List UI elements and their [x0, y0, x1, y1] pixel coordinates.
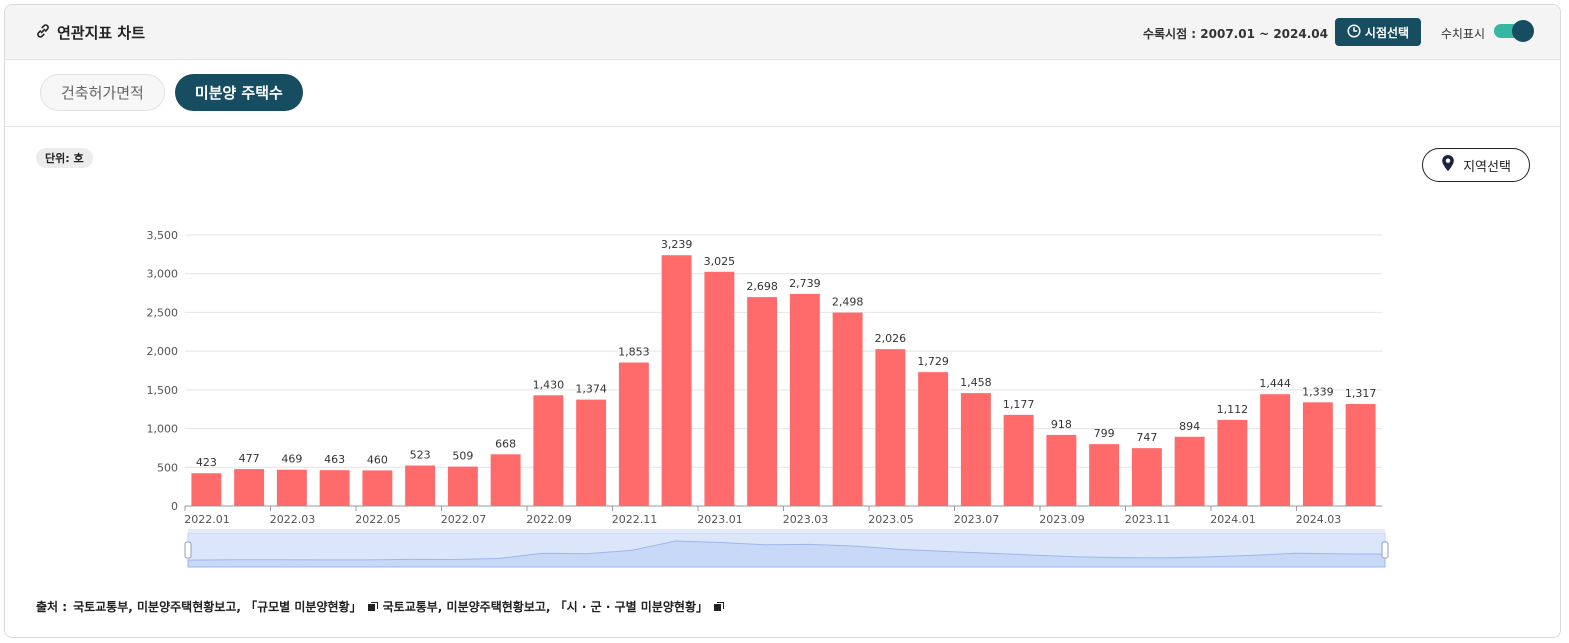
bar-value-label: 463	[324, 453, 345, 466]
bar	[362, 470, 393, 506]
bar	[533, 395, 564, 506]
y-tick-label: 0	[171, 500, 178, 513]
x-tick-label: 2022.03	[270, 513, 316, 526]
x-tick-label: 2022.01	[184, 513, 230, 526]
bar	[191, 473, 222, 506]
bar	[661, 255, 692, 506]
bar-value-label: 1,112	[1217, 403, 1249, 416]
external-link-icon[interactable]	[367, 602, 378, 611]
bar-value-label: 2,498	[832, 296, 864, 309]
bar-value-label: 1,444	[1259, 377, 1291, 390]
source-item-2: 국토교통부, 미분양주택현황보고, 「시 · 군 · 구별 미분양현황」	[382, 600, 709, 614]
x-tick-label: 2022.09	[526, 513, 572, 526]
bar-value-label: 668	[495, 437, 516, 450]
bar	[832, 312, 863, 506]
chart-panel: 연관지표 차트 수록시점 : 2007.01 ~ 2024.04 시점선택 수치…	[4, 4, 1561, 638]
y-tick-label: 1,500	[147, 384, 179, 397]
x-tick-label: 2022.11	[612, 513, 658, 526]
bar	[1003, 414, 1034, 506]
bar	[490, 454, 521, 506]
bar-value-label: 1,853	[618, 346, 650, 359]
bar	[918, 372, 949, 506]
bar-value-label: 523	[410, 449, 431, 462]
x-tick-label: 2023.07	[954, 513, 1000, 526]
y-tick-label: 3,000	[147, 268, 179, 281]
bar-value-label: 509	[452, 450, 473, 463]
y-tick-label: 500	[157, 461, 178, 474]
bar-value-label: 918	[1051, 418, 1072, 431]
x-tick-label: 2024.01	[1210, 513, 1256, 526]
bar	[960, 393, 991, 506]
bar	[789, 293, 820, 506]
bar	[1174, 436, 1205, 506]
bar	[1302, 402, 1333, 506]
bar	[1046, 434, 1077, 506]
x-tick-label: 2022.07	[441, 513, 487, 526]
y-tick-label: 3,500	[147, 229, 179, 242]
bar-value-label: 1,177	[1003, 398, 1035, 411]
x-tick-label: 2023.09	[1039, 513, 1085, 526]
bar	[405, 465, 436, 506]
bar-value-label: 799	[1094, 427, 1115, 440]
bar-value-label: 477	[239, 452, 260, 465]
bar	[618, 362, 649, 506]
source-item-1: 국토교통부, 미분양주택현황보고, 「규모별 미분양현황」	[73, 600, 362, 614]
bar	[875, 349, 906, 506]
source-line: 출처 : 국토교통부, 미분양주택현황보고, 「규모별 미분양현황」 국토교통부…	[36, 598, 725, 615]
external-link-icon[interactable]	[714, 602, 725, 611]
bar-value-label: 1,729	[917, 355, 949, 368]
bar	[1260, 394, 1291, 506]
bar	[576, 399, 607, 506]
bar-value-label: 423	[196, 456, 217, 469]
bar	[1131, 448, 1162, 506]
range-slider-right-handle[interactable]	[1381, 541, 1389, 559]
x-tick-label: 2023.03	[783, 513, 829, 526]
source-prefix: 출처 :	[36, 600, 68, 614]
bar	[234, 469, 265, 506]
bar-value-label: 2,698	[746, 280, 778, 293]
bar	[1089, 444, 1120, 506]
y-tick-label: 2,500	[147, 306, 179, 319]
bar-chart: 0 500 1,000 1,500 2,000 2,500 3,000 3,500 423 477…	[147, 229, 1389, 568]
bar	[447, 466, 478, 506]
bar	[1217, 419, 1248, 506]
bar-value-label: 3,239	[661, 238, 693, 251]
bar-value-label: 747	[1136, 431, 1157, 444]
bar-value-label: 1,430	[533, 378, 565, 391]
range-slider-top-bar	[188, 529, 1385, 533]
y-tick-label: 1,000	[147, 423, 179, 436]
bar-value-label: 2,739	[789, 277, 821, 290]
bar-value-label: 3,025	[704, 255, 736, 268]
bar	[276, 469, 307, 506]
bar-value-label: 1,458	[960, 376, 992, 389]
bar-value-label: 894	[1179, 420, 1200, 433]
x-tick-label: 2023.05	[868, 513, 914, 526]
bar-value-label: 469	[281, 453, 302, 466]
range-slider-left-handle[interactable]	[184, 541, 192, 559]
bar	[704, 271, 735, 506]
y-tick-label: 2,000	[147, 345, 179, 358]
bar	[747, 297, 778, 506]
bar	[1345, 404, 1376, 506]
bar-value-label: 2,026	[875, 332, 907, 345]
bar-value-label: 1,339	[1302, 385, 1334, 398]
x-tick-label: 2023.01	[697, 513, 743, 526]
bar-value-label: 1,374	[575, 383, 607, 396]
bar-value-label: 1,317	[1345, 387, 1377, 400]
bar-value-label: 460	[367, 453, 388, 466]
x-tick-label: 2024.03	[1296, 513, 1342, 526]
bar	[319, 470, 350, 506]
x-tick-label: 2022.05	[355, 513, 401, 526]
x-tick-label: 2023.11	[1125, 513, 1171, 526]
